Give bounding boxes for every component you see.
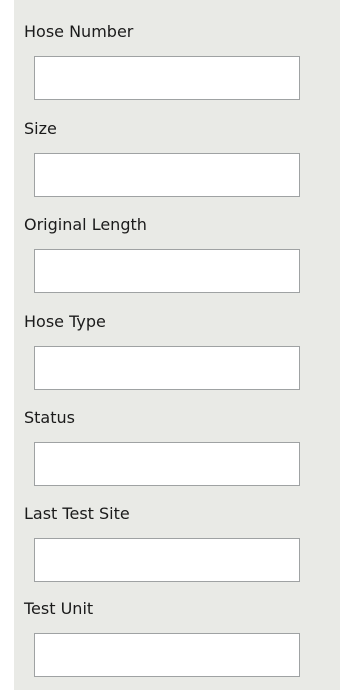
original-length-input[interactable] [34, 249, 300, 293]
test-unit-input[interactable] [34, 633, 300, 677]
hose-type-input[interactable] [34, 346, 300, 390]
last-test-site-input[interactable] [34, 538, 300, 582]
last-test-site-group: Last Test Site [24, 504, 324, 582]
hose-type-group: Hose Type [24, 312, 324, 390]
status-label: Status [24, 408, 75, 427]
original-length-group: Original Length [24, 215, 324, 293]
hose-details-panel: Hose Number Size Original Length Hose Ty… [14, 0, 340, 690]
hose-type-label: Hose Type [24, 312, 106, 331]
size-input[interactable] [34, 153, 300, 197]
hose-number-group: Hose Number [24, 22, 324, 100]
last-test-site-label: Last Test Site [24, 504, 130, 523]
test-unit-label: Test Unit [24, 599, 94, 618]
test-unit-group: Test Unit [24, 599, 324, 677]
hose-number-label: Hose Number [24, 22, 134, 41]
hose-number-input[interactable] [34, 56, 300, 100]
size-group: Size [24, 119, 324, 197]
status-group: Status [24, 408, 324, 486]
original-length-label: Original Length [24, 215, 147, 234]
size-label: Size [24, 119, 57, 138]
status-input[interactable] [34, 442, 300, 486]
